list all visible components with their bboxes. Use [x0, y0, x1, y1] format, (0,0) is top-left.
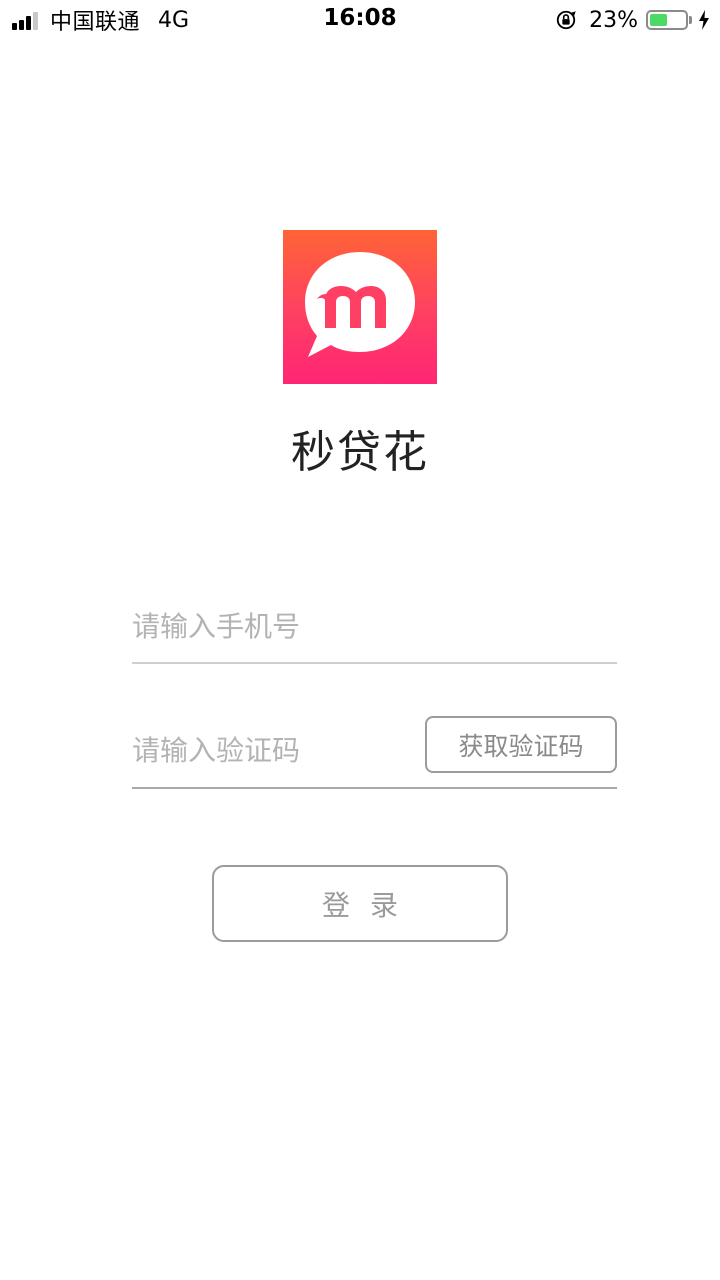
verification-code-input[interactable] [132, 714, 412, 787]
rotation-lock-icon [556, 10, 576, 30]
app-name: 秒贷花 [291, 427, 429, 478]
status-bar-right: 23% [555, 6, 710, 34]
login-button[interactable]: 登录 [212, 865, 508, 942]
get-code-button[interactable]: 获取验证码 [425, 716, 617, 773]
phone-field [132, 590, 617, 664]
battery-level-fill [650, 14, 667, 26]
battery-icon [646, 10, 688, 30]
app-logo-icon [283, 230, 437, 384]
status-bar: 中国联通 4G 16:08 23% [0, 0, 720, 40]
verification-code-field: 获取验证码 [132, 714, 617, 789]
battery-tip [689, 16, 692, 24]
charging-bolt-icon [699, 10, 709, 30]
login-screen: 中国联通 4G 16:08 23% 秒贷花 请输入手机号 请输入验证码 获取验证… [0, 0, 720, 1280]
phone-input[interactable] [132, 590, 617, 662]
battery-percent: 23% [589, 7, 638, 33]
